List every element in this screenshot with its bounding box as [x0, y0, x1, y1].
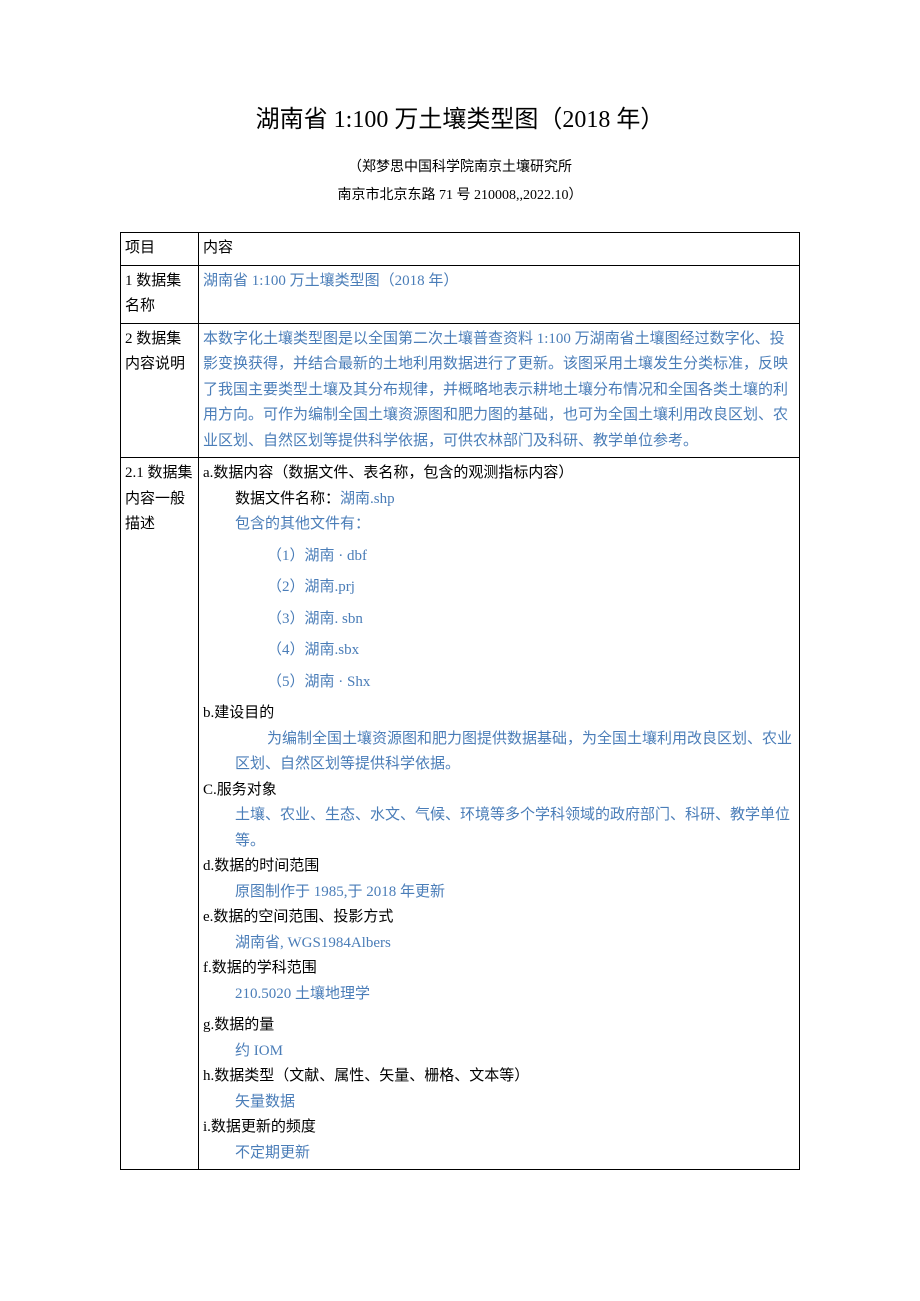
- header-row: 项目 内容: [121, 233, 800, 266]
- document-title: 湖南省 1:100 万土壤类型图（2018 年）: [120, 100, 800, 141]
- section-b-text: 为编制全国土壤资源图和肥力图提供数据基础，为全国土壤利用改良区划、农业区划、自然…: [203, 727, 795, 778]
- row3-value: a.数据内容（数据文件、表名称，包含的观测指标内容） 数据文件名称：湖南.shp…: [199, 458, 800, 1170]
- section-i-text: 不定期更新: [203, 1141, 795, 1167]
- section-a-head: a.数据内容（数据文件、表名称，包含的观测指标内容）: [203, 461, 795, 487]
- row1-label: 1 数据集名称: [121, 265, 199, 323]
- section-c-head: C.服务对象: [203, 778, 795, 804]
- file-item: （3）湖南. sbn: [203, 607, 795, 633]
- file-name: 湖南.shp: [340, 491, 395, 507]
- section-e-head: e.数据的空间范围、投影方式: [203, 905, 795, 931]
- section-f-head: f.数据的学科范围: [203, 956, 795, 982]
- section-g-text: 约 IOM: [203, 1039, 795, 1065]
- file-label: 数据文件名称：: [235, 491, 340, 507]
- row2-label: 2 数据集内容说明: [121, 323, 199, 458]
- author-line: （郑梦思中国科学院南京土壤研究所: [120, 156, 800, 180]
- file-item: （4）湖南.sbx: [203, 638, 795, 664]
- table-row: 2 数据集内容说明 本数字化土壤类型图是以全国第二次土壤普查资料 1:100 万…: [121, 323, 800, 458]
- section-d-head: d.数据的时间范围: [203, 854, 795, 880]
- table-row: 1 数据集名称 湖南省 1:100 万土壤类型图（2018 年）: [121, 265, 800, 323]
- header-col2: 内容: [199, 233, 800, 266]
- section-i-head: i.数据更新的频度: [203, 1115, 795, 1141]
- file-item: （2）湖南.prj: [203, 575, 795, 601]
- row3-label: 2.1 数据集内容一般描述: [121, 458, 199, 1170]
- section-g-head: g.数据的量: [203, 1013, 795, 1039]
- table-row: 2.1 数据集内容一般描述 a.数据内容（数据文件、表名称，包含的观测指标内容）…: [121, 458, 800, 1170]
- section-e-text: 湖南省, WGS1984Albers: [203, 931, 795, 957]
- header-col1: 项目: [121, 233, 199, 266]
- file-item: （1）湖南 · dbf: [203, 544, 795, 570]
- dataset-description: 本数字化土壤类型图是以全国第二次土壤普查资料 1:100 万湖南省土壤图经过数字…: [203, 331, 788, 449]
- section-h-text: 矢量数据: [203, 1090, 795, 1116]
- address-line: 南京市北京东路 71 号 210008,,2022.10）: [120, 184, 800, 208]
- metadata-table: 项目 内容 1 数据集名称 湖南省 1:100 万土壤类型图（2018 年） 2…: [120, 232, 800, 1170]
- file-item: （5）湖南 · Shx: [203, 670, 795, 696]
- section-d-text: 原图制作于 1985,于 2018 年更新: [203, 880, 795, 906]
- section-c-text: 土壤、农业、生态、水文、气候、环境等多个学科领域的政府部门、科研、教学单位等。: [203, 803, 795, 854]
- section-h-head: h.数据类型（文献、属性、矢量、栅格、文本等）: [203, 1064, 795, 1090]
- section-f-text: 210.5020 土壤地理学: [203, 982, 795, 1008]
- other-files-label: 包含的其他文件有：: [203, 512, 795, 538]
- row2-value: 本数字化土壤类型图是以全国第二次土壤普查资料 1:100 万湖南省土壤图经过数字…: [199, 323, 800, 458]
- dataset-name-link[interactable]: 湖南省 1:100 万土壤类型图（2018 年）: [203, 273, 458, 289]
- section-b-head: b.建设目的: [203, 701, 795, 727]
- file-name-line: 数据文件名称：湖南.shp: [203, 487, 795, 513]
- row1-value: 湖南省 1:100 万土壤类型图（2018 年）: [199, 265, 800, 323]
